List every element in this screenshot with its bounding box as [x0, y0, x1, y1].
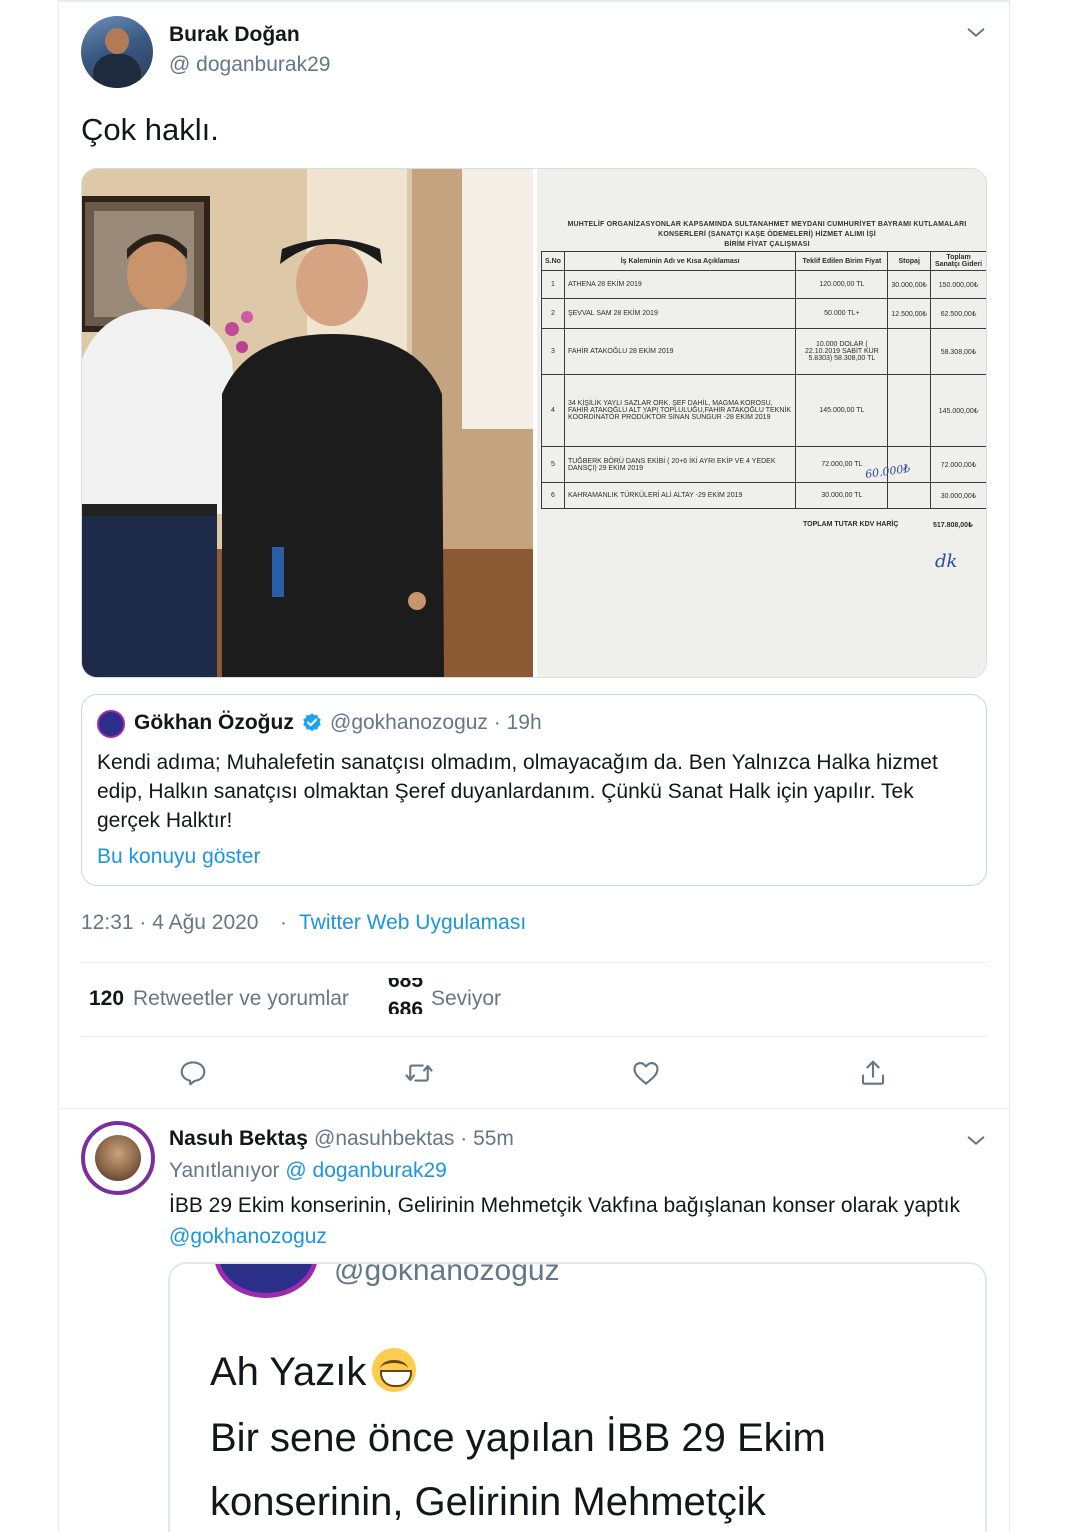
row-desc: ŞEVVAL SAM 28 EKİM 2019 [563, 298, 797, 329]
price-table: S.No İş Kaleminin Adı ve Kısa Açıklaması… [541, 251, 986, 509]
row-stopaj: 30.000,00₺ [887, 270, 931, 299]
row-stopaj [887, 328, 931, 375]
row-stopaj [887, 374, 931, 447]
likes-count-rolling[interactable]: 685 686 [385, 978, 429, 1014]
row-desc: KAHRAMANLIK TÜRKÜLERİ ALİ ALTAY -29 EKİM… [563, 482, 797, 509]
doc-title-line-2: KONSERLERİ (SANATÇI KAŞE ÖDEMELERİ) HİZM… [658, 231, 876, 238]
divider [81, 1036, 987, 1037]
row-no: 4 [541, 374, 565, 447]
reply-text: İBB 29 Ekim konserinin, Gelirinin Mehmet… [169, 1190, 969, 1252]
photo-price-document[interactable]: MUHTELİF ORGANİZASYONLAR KAPSAMINDA SULT… [537, 169, 986, 677]
photo-two-men[interactable] [82, 169, 533, 677]
embedded-line-2: Bir sene önce yapılan İBB 29 Ekim [210, 1416, 826, 1460]
retweets-label[interactable]: Retweetler ve yorumlar [133, 987, 349, 1011]
meta-separator: · [280, 911, 287, 934]
row-price: 30.000,00 TL [795, 482, 889, 509]
embedded-line-3: konserinin, Gelirinin Mehmetçik [210, 1480, 766, 1524]
table-row: 3 FAHİR ATAKOĞLU 28 EKİM 2019 10.000 DOL… [541, 328, 986, 375]
header-stopaj: Stopaj [887, 251, 931, 271]
photo-illustration [82, 169, 533, 677]
table-row: 6 KAHRAMANLIK TÜRKÜLERİ ALİ ALTAY -29 EK… [541, 482, 986, 509]
row-total: 62.500,00₺ [930, 298, 986, 329]
share-icon[interactable] [858, 1058, 888, 1088]
row-price: 120.000,00 TL [795, 270, 889, 299]
quoted-tweet-text: Kendi adıma; Muhalefetin sanatçısı olmad… [97, 751, 938, 832]
table-row: 1 ATHENA 28 EKİM 2019 120.000,00 TL 30.0… [541, 270, 986, 299]
row-no: 1 [541, 270, 565, 299]
table-row: 2 ŞEVVAL SAM 28 EKİM 2019 50.000 TL+ 12.… [541, 298, 986, 329]
reply-author-name[interactable]: Nasuh Bektaş [169, 1127, 308, 1151]
row-desc: 34 KİŞİLİK YAYLI SAZLAR ORK. ŞEF DAHİL, … [563, 374, 797, 447]
verified-badge-icon [303, 713, 321, 732]
row-no: 5 [541, 446, 565, 483]
like-icon[interactable] [631, 1058, 661, 1088]
row-price: 10.000 DOLAR ( 22.10.2019 SABİT KUR 5.83… [795, 328, 889, 375]
row-total: 150.000,00₺ [930, 270, 986, 299]
row-stopaj [887, 482, 931, 509]
replying-label: Yanıtlanıyor [169, 1159, 280, 1182]
chevron-down-icon[interactable] [965, 22, 987, 44]
doc-total-value: 517.808,00₺ [933, 522, 973, 529]
reply-mention[interactable]: @gokhanozoguz [169, 1225, 327, 1248]
header-total: Toplam Sanatçı Gideri [930, 251, 986, 271]
row-desc: FAHİR ATAKOĞLU 28 EKİM 2019 [563, 328, 797, 375]
retweet-icon[interactable] [404, 1058, 434, 1088]
row-no: 6 [541, 482, 565, 509]
table-row: 5 TUĞBERK BÖRÜ DANS EKİBİ ( 20+6 İKİ AYR… [541, 446, 986, 483]
signature: dk [935, 551, 958, 572]
row-price: 50.000 TL+ [795, 298, 889, 329]
tweet-source-link[interactable]: Twitter Web Uygulaması [299, 911, 526, 935]
header-desc: İş Kaleminin Adı ve Kısa Açıklaması [563, 251, 797, 271]
row-total: 145.000,00₺ [930, 374, 986, 447]
embedded-avatar [214, 1264, 318, 1298]
retweets-count[interactable]: 120 [89, 987, 124, 1011]
tweet-text: Çok haklı. [81, 112, 219, 147]
quoted-author-handle[interactable]: @gokhanozoguz · 19h [330, 711, 542, 735]
reply-chevron-down-icon[interactable] [965, 1130, 987, 1152]
row-no: 3 [541, 328, 565, 375]
reply-author-avatar[interactable] [81, 1121, 155, 1195]
reply-body: İBB 29 Ekim konserinin, Gelirinin Mehmet… [169, 1194, 960, 1217]
quoted-tweet[interactable]: Gökhan Özoğuz @gokhanozoguz · 19h Kendi … [81, 694, 987, 886]
tweet-timestamp[interactable]: 12:31 · 4 Ağu 2020 [81, 911, 259, 935]
table-header-row: S.No İş Kaleminin Adı ve Kısa Açıklaması… [541, 251, 986, 271]
show-thread-link[interactable]: Bu konuyu göster [97, 845, 260, 869]
reply-icon[interactable] [178, 1058, 208, 1088]
divider [81, 962, 987, 963]
doc-total-label: TOPLAM TUTAR KDV HARİÇ [803, 521, 899, 528]
embedded-line-1-text: Ah Yazık [210, 1350, 367, 1394]
row-total: 30.000,00₺ [930, 482, 986, 509]
reply-author-handle[interactable]: @nasuhbektas · 55m [314, 1127, 514, 1151]
grinning-emoji-icon [372, 1348, 417, 1393]
row-desc: ATHENA 28 EKİM 2019 [563, 270, 797, 299]
author-handle[interactable]: @ doganburak29 [169, 53, 330, 77]
row-total: 58.308,00₺ [930, 328, 986, 375]
row-stopaj: 12.500,00₺ [887, 298, 931, 329]
row-price: 145.000,00 TL [795, 374, 889, 447]
likes-count: 686 [388, 998, 424, 1014]
quoted-author-name[interactable]: Gökhan Özoğuz [134, 711, 294, 735]
table-row: 4 34 KİŞİLİK YAYLI SAZLAR ORK. ŞEF DAHİL… [541, 374, 986, 447]
reply-media[interactable]: @gokhanozoguz Ah Yazık Bir sene önce yap… [168, 1262, 987, 1532]
author-avatar[interactable] [81, 16, 153, 88]
doc-title-line-1: MUHTELİF ORGANİZASYONLAR KAPSAMINDA SULT… [567, 221, 967, 228]
tweet-media[interactable]: MUHTELİF ORGANİZASYONLAR KAPSAMINDA SULT… [81, 168, 987, 678]
quoted-author-avatar[interactable] [97, 710, 125, 738]
replying-to-mention[interactable]: @ doganburak29 [285, 1159, 446, 1182]
row-total: 72.000,00₺ [930, 446, 986, 483]
replying-to: Yanıtlanıyor @ doganburak29 [169, 1159, 447, 1183]
embedded-handle: @gokhanozoguz [334, 1262, 560, 1287]
tweet-divider [58, 1108, 1010, 1109]
header-no: S.No [541, 251, 565, 271]
header-price: Teklif Edilen Birim Fiyat [795, 251, 889, 271]
likes-count-previous: 685 [388, 978, 424, 992]
doc-title-line-3: BİRİM FİYAT ÇALIŞMASI [724, 241, 810, 248]
author-name[interactable]: Burak Doğan [169, 23, 300, 47]
row-no: 2 [541, 298, 565, 329]
likes-label[interactable]: Seviyor [431, 987, 501, 1011]
row-desc: TUĞBERK BÖRÜ DANS EKİBİ ( 20+6 İKİ AYRI … [563, 446, 797, 483]
embedded-line-1: Ah Yazık [210, 1348, 417, 1396]
